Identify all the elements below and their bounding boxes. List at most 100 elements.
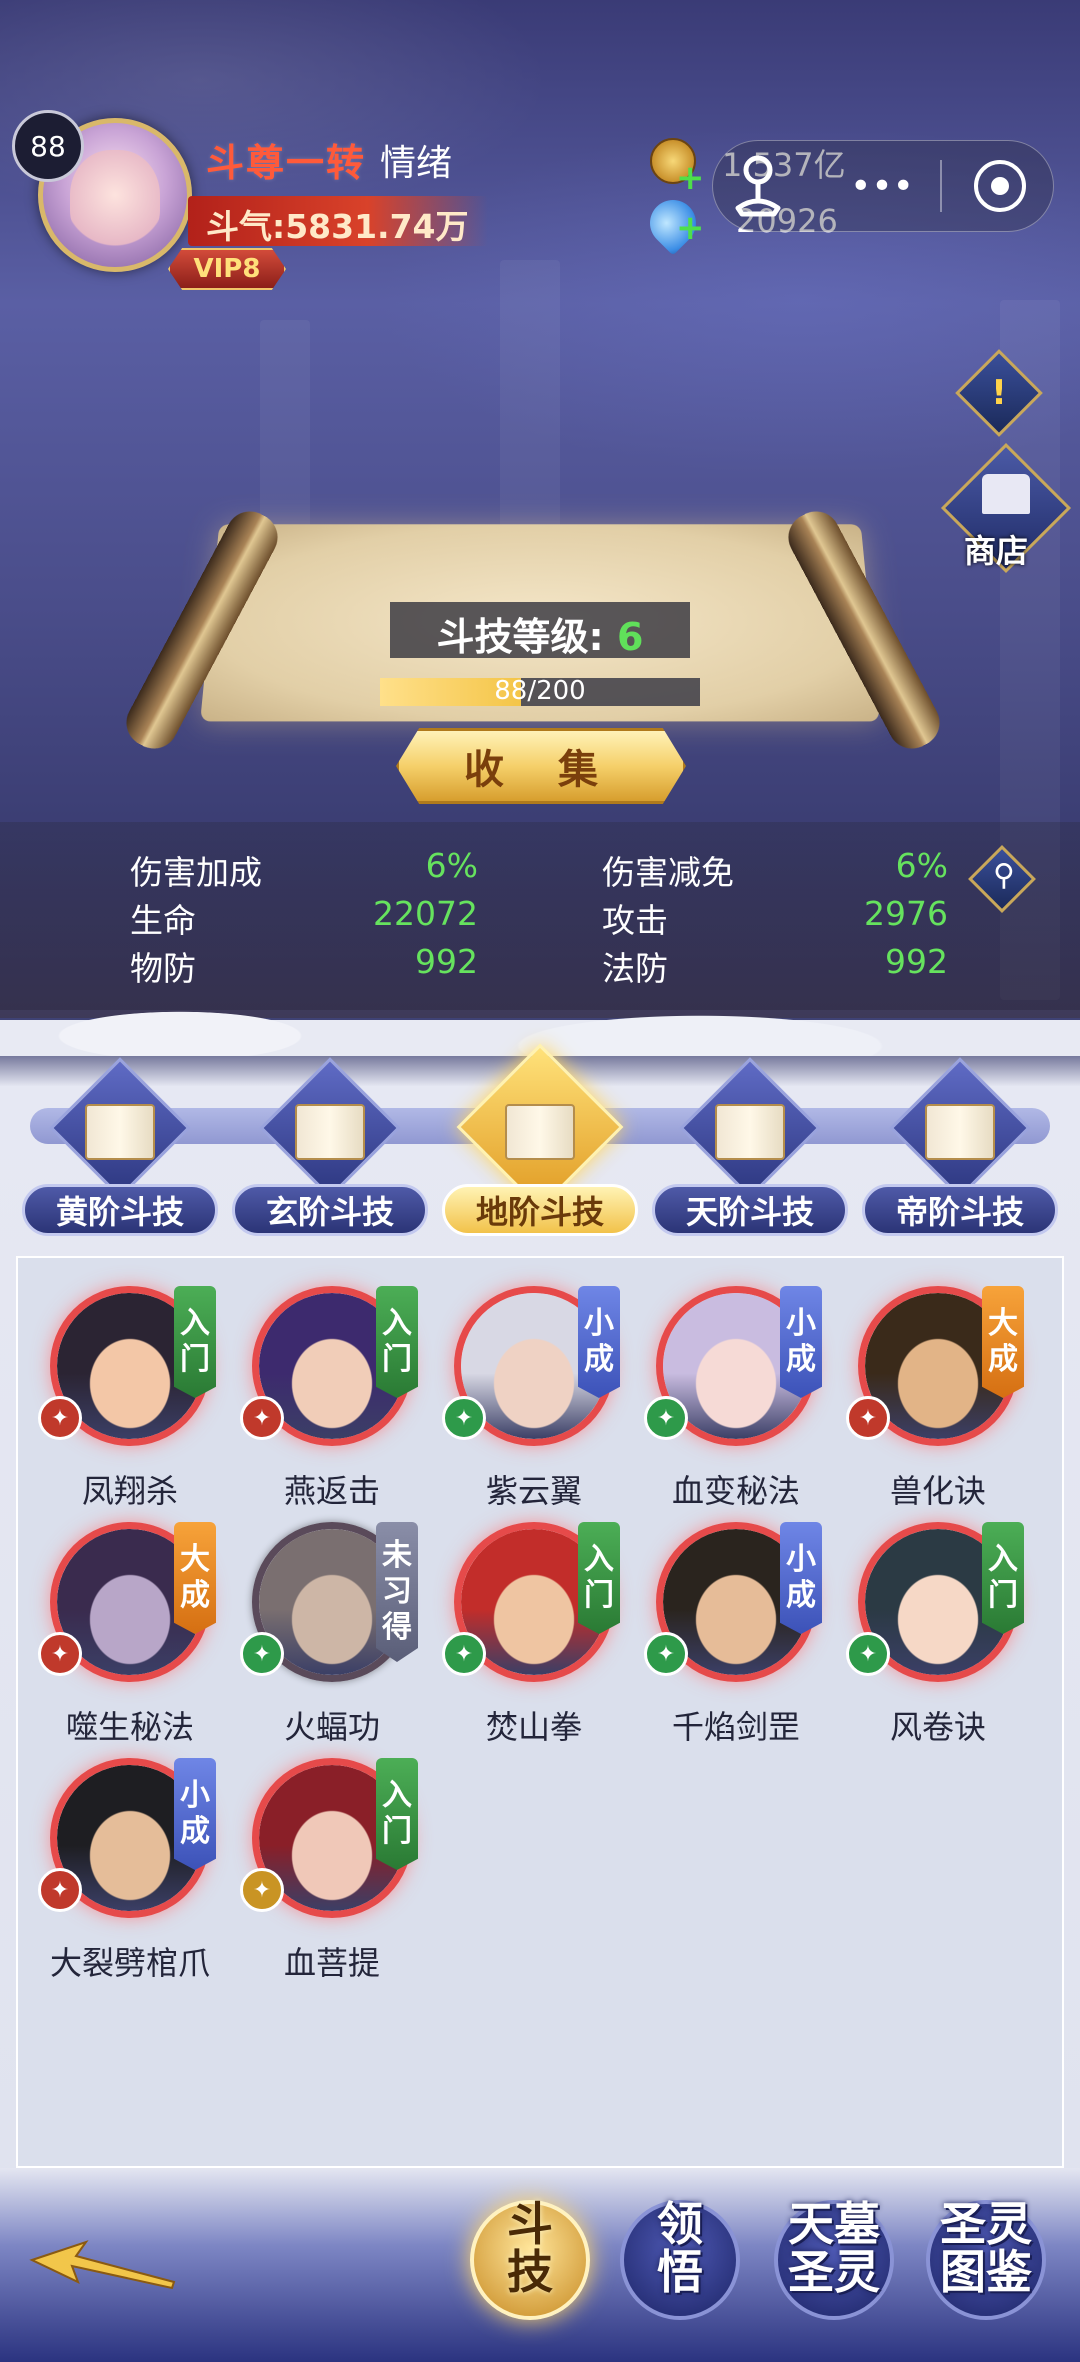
skill-name: 血菩提 [283, 1944, 380, 1982]
skill-rank-char: 大 [180, 1542, 210, 1577]
skill-rank-tag: 入门 [376, 1286, 418, 1398]
add-gem-plus-icon[interactable]: + [676, 211, 705, 245]
stat-label-damage-bonus: 伤害加成 [130, 853, 262, 892]
skill-rank-char: 未 [382, 1538, 412, 1573]
stat-value-magic-def: 992 [885, 942, 948, 981]
notice-icon: ! [991, 373, 1007, 413]
shop-label: 商店 [964, 532, 1029, 570]
skill-rank-tag: 小成 [780, 1522, 822, 1634]
stat-label-hp: 生命 [130, 901, 196, 940]
nav-label-2: 天墓 圣灵 [764, 2200, 904, 2296]
skill-rank-char: 入 [180, 1306, 210, 1341]
scroll-book-icon [85, 1104, 155, 1160]
player-mood-label[interactable]: 情绪 [380, 134, 452, 186]
skill-type-green-icon: ✦ [644, 1396, 688, 1440]
skill-rank-tag: 入门 [578, 1522, 620, 1634]
skill-type-green-icon: ✦ [644, 1632, 688, 1676]
avatar-face [70, 150, 160, 250]
skill-type-red-icon: ✦ [38, 1632, 82, 1676]
skill-level: 斗技等级: 6 [436, 615, 644, 659]
skill-type-red-icon: ✦ [38, 1396, 82, 1440]
skill-name: 焚山拳 [485, 1708, 582, 1746]
stat-value-hp: 22072 [373, 894, 478, 933]
nav-label-3: 圣灵 图鉴 [916, 2200, 1056, 2296]
skill-rank-char: 门 [180, 1342, 210, 1377]
tab-0[interactable]: 黄阶斗技 [22, 1184, 218, 1236]
skill-rank-char: 小 [180, 1778, 210, 1813]
vip-badge[interactable]: VIP8 [168, 248, 286, 290]
skill-rank-tag: 入门 [982, 1522, 1024, 1634]
scroll-book-icon [505, 1104, 575, 1160]
skill-name: 风卷诀 [889, 1708, 986, 1746]
nav-label-0: 斗技 [460, 2200, 600, 2296]
player-level-badge: 88 [12, 110, 84, 182]
skill-rank-tag: 小成 [174, 1758, 216, 1870]
nav-label-line: 天墓 [788, 2197, 880, 2251]
nav-label-line: 悟 [657, 2245, 703, 2299]
skill-type-gold-icon: ✦ [240, 1868, 284, 1912]
close-miniprogram-icon[interactable] [974, 160, 1026, 212]
skill-type-green-icon: ✦ [240, 1632, 284, 1676]
skill-rank-char: 入 [584, 1542, 614, 1577]
tab-4[interactable]: 帝阶斗技 [862, 1184, 1058, 1236]
joystick-icon[interactable] [726, 150, 790, 222]
tab-1[interactable]: 玄阶斗技 [232, 1184, 428, 1236]
skill-rank-char: 成 [988, 1342, 1018, 1377]
shop-icon [982, 474, 1030, 514]
nav-label-line: 圣灵 [788, 2245, 880, 2299]
nav-label-line: 斗 [507, 2197, 553, 2251]
search-icon: ⚲ [993, 858, 1015, 893]
skill-type-green-icon: ✦ [442, 1632, 486, 1676]
skill-level-value: 6 [616, 615, 644, 659]
skill-name: 大裂劈棺爪 [49, 1944, 210, 1982]
tab-3[interactable]: 天阶斗技 [652, 1184, 848, 1236]
collect-button[interactable]: 收 集 [396, 728, 686, 804]
tab-2[interactable]: 地阶斗技 [442, 1184, 638, 1236]
stat-value-damage-reduction: 6% [895, 846, 948, 885]
skill-rank-char: 习 [382, 1574, 412, 1609]
skill-rank-char: 门 [988, 1578, 1018, 1613]
stat-label-magic-def: 法防 [602, 949, 668, 988]
skill-rank-char: 门 [584, 1578, 614, 1613]
skill-rank-char: 门 [382, 1342, 412, 1377]
skill-name: 千焰剑罡 [671, 1708, 800, 1746]
skill-rank-char: 成 [180, 1814, 210, 1849]
back-arrow-icon[interactable] [28, 2236, 178, 2296]
skill-type-red-icon: ✦ [240, 1396, 284, 1440]
skill-rank-tag: 大成 [174, 1522, 216, 1634]
nav-label-line: 图鉴 [940, 2245, 1032, 2299]
scroll-book-icon [715, 1104, 785, 1160]
skill-rank-char: 成 [786, 1342, 816, 1377]
skill-rank-char: 成 [786, 1578, 816, 1613]
skill-rank-char: 成 [584, 1342, 614, 1377]
player-rank-title: 斗尊一转 [206, 141, 367, 185]
skill-rank-char: 入 [382, 1306, 412, 1341]
power-value: 斗气:5831.74万 [206, 207, 469, 246]
stat-value-damage-bonus: 6% [425, 846, 478, 885]
more-menu-button[interactable]: ••• [842, 156, 922, 216]
skill-rank-tag: 小成 [780, 1286, 822, 1398]
calligraphy-decoration [260, 320, 310, 540]
skill-rank-char: 入 [382, 1778, 412, 1813]
skill-rank-tag: 入门 [376, 1758, 418, 1870]
skill-type-green-icon: ✦ [442, 1396, 486, 1440]
skill-rank-char: 成 [180, 1578, 210, 1613]
skill-type-red-icon: ✦ [38, 1868, 82, 1912]
nav-label-1: 领悟 [610, 2200, 750, 2296]
add-gold-plus-icon[interactable]: + [676, 161, 705, 195]
skill-rank-char: 小 [786, 1542, 816, 1577]
nav-label-line: 领 [657, 2197, 703, 2251]
nav-label-line: 技 [507, 2245, 553, 2299]
skill-rank-char: 大 [988, 1306, 1018, 1341]
skill-type-red-icon: ✦ [846, 1396, 890, 1440]
scroll-book-icon [925, 1104, 995, 1160]
skill-rank-tag: 小成 [578, 1286, 620, 1398]
stat-label-physical-def: 物防 [130, 949, 196, 988]
skill-rank-char: 门 [382, 1814, 412, 1849]
capsule-divider [940, 160, 942, 212]
stat-value-attack: 2976 [864, 894, 948, 933]
skill-type-green-icon: ✦ [846, 1632, 890, 1676]
skill-rank-char: 小 [584, 1306, 614, 1341]
skill-rank-char: 小 [786, 1306, 816, 1341]
stat-label-damage-reduction: 伤害减免 [602, 853, 734, 892]
